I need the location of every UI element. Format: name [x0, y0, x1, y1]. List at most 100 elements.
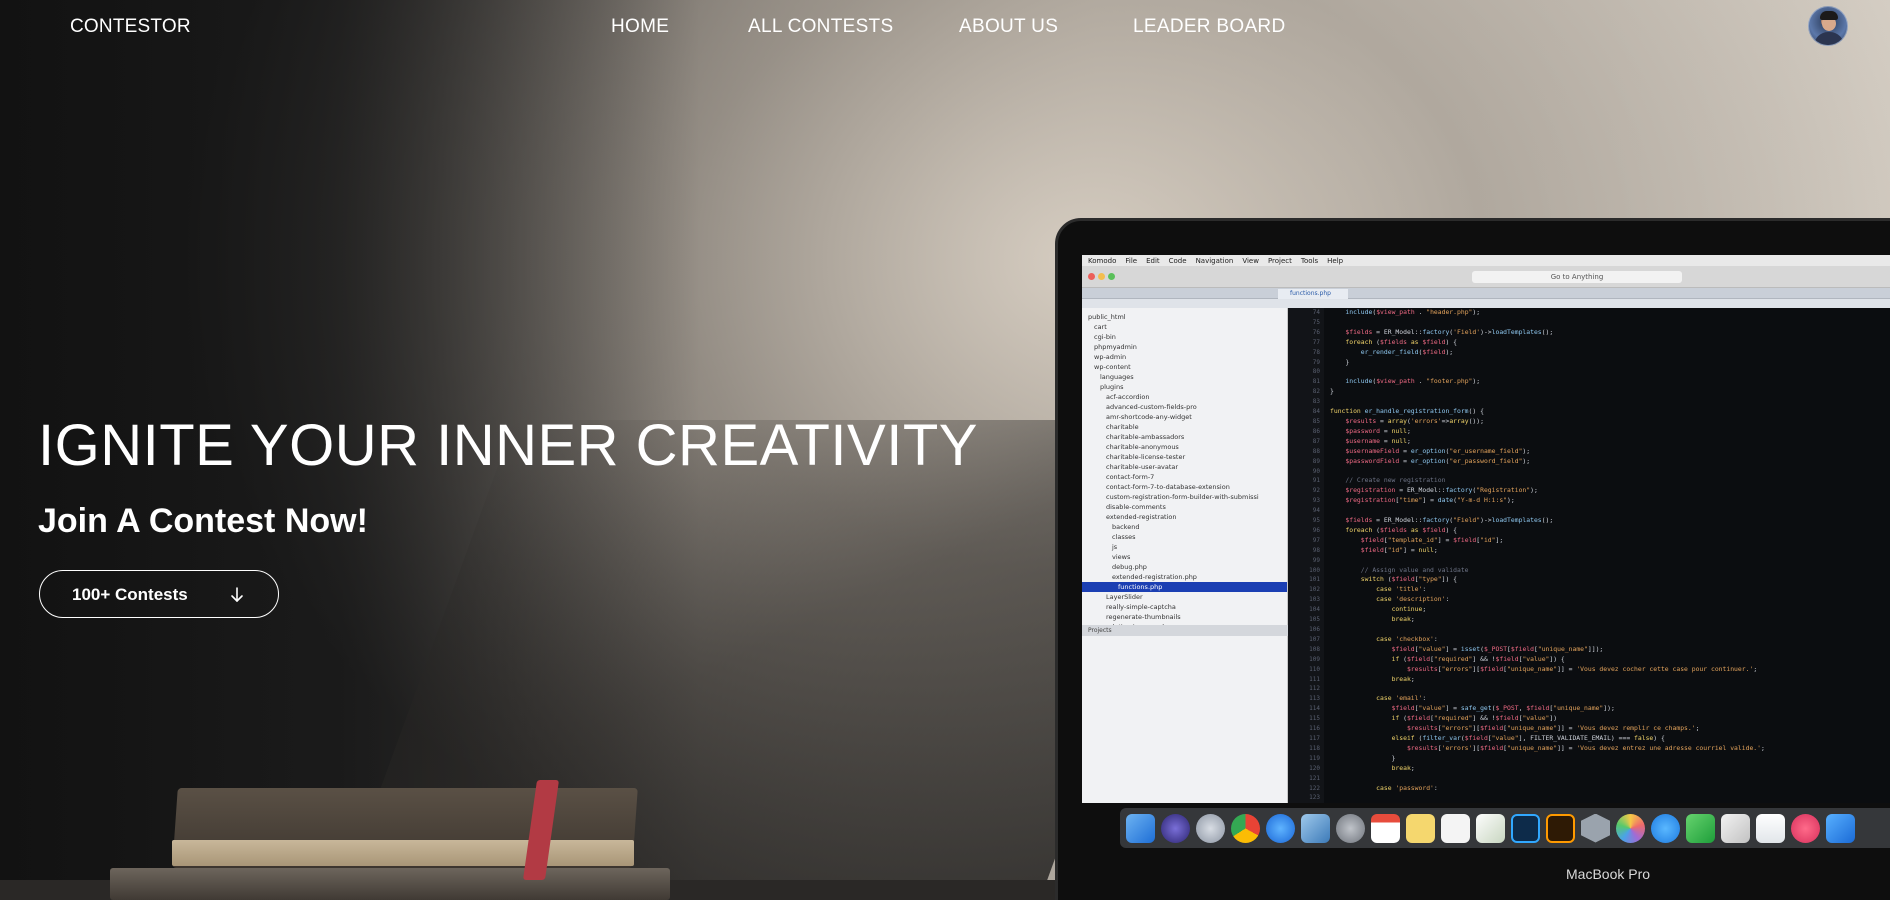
code-line: // Create new registration [1345, 476, 1446, 485]
line-number: 95 [1312, 517, 1320, 525]
file-tree-item: advanced-custom-fields-pro [1106, 403, 1197, 411]
nav-all-contests[interactable]: ALL CONTESTS [748, 16, 893, 38]
line-number: 121 [1309, 774, 1320, 782]
contests-button[interactable]: 100+ Contests [39, 570, 279, 618]
file-tree-item: acf-accordion [1106, 393, 1150, 401]
code-line: case 'email': [1376, 694, 1427, 703]
top-navbar: CONTESTOR HOME ALL CONTESTS ABOUT US LEA… [0, 0, 1890, 54]
user-avatar-icon[interactable] [1808, 6, 1848, 46]
brand-logo[interactable]: CONTESTOR [70, 16, 191, 38]
line-number: 103 [1309, 596, 1320, 604]
line-number: 91 [1312, 477, 1320, 485]
line-number: 110 [1309, 665, 1320, 673]
code-line: include($view_path . "footer.php"); [1345, 377, 1481, 386]
numbers-icon [1756, 813, 1785, 843]
hero-subtitle: Join A Contest Now! [38, 502, 368, 540]
file-tree-item: really-simple-captcha [1106, 603, 1176, 611]
avatar-body [1814, 32, 1844, 45]
code-line: switch ($field["type"]) { [1360, 575, 1458, 584]
text-edit-icon [1441, 813, 1470, 843]
line-number: 76 [1312, 328, 1320, 336]
line-number: 113 [1309, 695, 1320, 703]
line-number: 111 [1309, 675, 1320, 683]
line-number: 98 [1312, 546, 1320, 554]
code-line: $results['errors'][$field["unique_name"]… [1406, 743, 1765, 752]
code-line: $results["errors"][$field["unique_name"]… [1406, 664, 1758, 673]
hexagon-app-icon [1581, 813, 1610, 843]
menu-view: View [1242, 256, 1259, 265]
line-number: 80 [1312, 368, 1320, 376]
code-line: er_render_field($field); [1360, 347, 1454, 356]
line-number: 120 [1309, 764, 1320, 772]
code-line: } [1330, 387, 1334, 396]
file-tree-item: classes [1112, 533, 1136, 541]
laptop-screen: Komodo File Edit Code Navigation View Pr… [1082, 255, 1890, 803]
launchpad-icon [1196, 813, 1225, 843]
line-number: 84 [1312, 408, 1320, 416]
line-number: 97 [1312, 536, 1320, 544]
file-tree-item: LayerSlider [1106, 593, 1143, 601]
line-number: 93 [1312, 497, 1320, 505]
editor-toolbar: Go to Anything [1082, 266, 1890, 288]
code-line: $password = null; [1345, 426, 1411, 435]
close-dot-icon [1088, 273, 1095, 280]
line-number: 115 [1309, 715, 1320, 723]
script-icon [1721, 813, 1750, 843]
line-number: 79 [1312, 358, 1320, 366]
code-line: $usernameField = er_option("er_username_… [1345, 446, 1531, 455]
line-number: 99 [1312, 556, 1320, 564]
line-number: 106 [1309, 626, 1320, 633]
code-line: $field["value"] = isset($_POST[$field["u… [1391, 644, 1604, 653]
code-line: continue; [1391, 605, 1427, 614]
code-line: case 'title': [1376, 585, 1427, 594]
code-line: if ($field["required"] && !$field["value… [1391, 654, 1565, 663]
code-line: $passwordField = er_option("er_password_… [1345, 456, 1531, 465]
file-tree-item: js [1112, 543, 1118, 551]
hero-title: IGNITE YOUR INNER CREATIVITY [38, 413, 978, 478]
file-tree-item: cgi-bin [1094, 333, 1116, 341]
file-tree-list: public_html cart cgi-bin phpmyadmin wp-admin… [1082, 312, 1287, 632]
code-line: break; [1391, 674, 1415, 683]
music-icon [1791, 813, 1820, 843]
line-number: 108 [1309, 645, 1320, 653]
file-tree-item: wp-content [1094, 363, 1131, 371]
code-line: $results["errors"][$field["unique_name"]… [1406, 724, 1700, 733]
line-number: 87 [1312, 437, 1320, 445]
file-tree-item: charitable-user-avatar [1106, 463, 1179, 471]
settings-icon [1336, 813, 1365, 843]
line-number: 75 [1312, 318, 1320, 326]
photoshop-icon [1511, 813, 1540, 843]
book-stack-image [100, 780, 670, 900]
contests-button-label: 100+ Contests [72, 585, 188, 604]
line-number: 101 [1309, 576, 1320, 584]
menu-file: File [1125, 256, 1138, 265]
nav-about-us[interactable]: ABOUT US [959, 16, 1058, 38]
code-line: foreach ($fields as $field) { [1345, 337, 1458, 346]
file-tree-item: charitable-license-tester [1106, 453, 1186, 461]
menu-navigation: Navigation [1195, 256, 1234, 265]
menu-help: Help [1327, 256, 1344, 265]
menu-edit: Edit [1146, 256, 1160, 265]
book-pages [172, 840, 634, 866]
line-number: 114 [1309, 705, 1320, 713]
code-line: break; [1391, 615, 1415, 624]
code-line: $field["id"] = null; [1360, 545, 1438, 554]
nav-leader-board[interactable]: LEADER BOARD [1133, 16, 1285, 38]
code-line: function er_handle_registration_form() { [1330, 407, 1484, 416]
code-line: case 'password': [1376, 783, 1438, 792]
line-number: 117 [1309, 734, 1320, 742]
line-number: 105 [1309, 616, 1320, 624]
maps-icon [1476, 813, 1505, 843]
arrow-down-icon [231, 587, 243, 602]
menu-code: Code [1168, 256, 1187, 265]
notes-icon [1406, 813, 1435, 843]
code-line: $registration["time"] = date("Y-m-d H:i:… [1345, 496, 1515, 505]
laptop-brand-label: MacBook Pro [1566, 866, 1651, 882]
line-number: 116 [1309, 725, 1320, 733]
line-number: 78 [1312, 348, 1320, 356]
nav-home[interactable]: HOME [611, 16, 669, 38]
goto-field: Go to Anything [1472, 271, 1682, 283]
code-line: include($view_path . "header.php"); [1345, 308, 1481, 316]
